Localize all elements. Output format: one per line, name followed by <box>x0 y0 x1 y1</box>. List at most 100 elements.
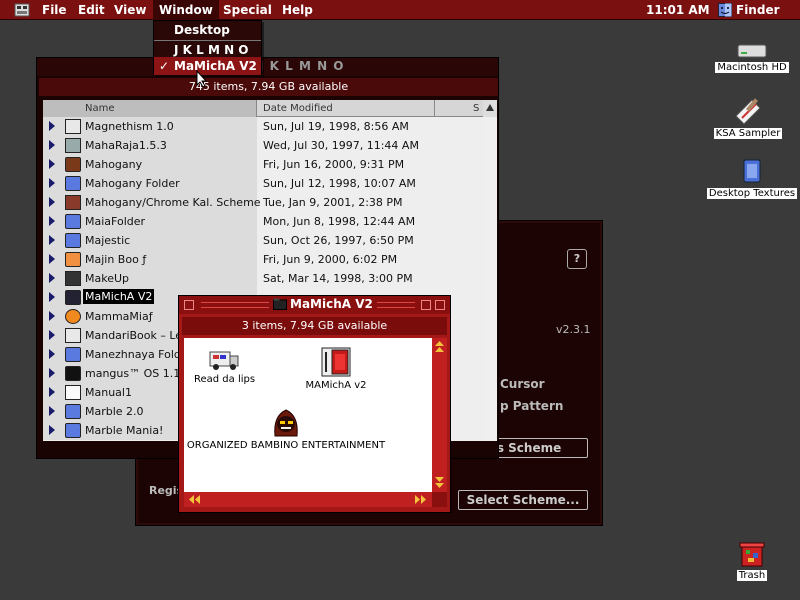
desktop-icon-trash[interactable]: Trash <box>702 538 800 581</box>
disclosure-triangle-icon[interactable] <box>49 387 55 397</box>
scroll-right-arrows-icon[interactable] <box>412 494 427 505</box>
disclosure-triangle-icon[interactable] <box>49 330 55 340</box>
column-header-date[interactable]: Date Modified <box>257 100 435 117</box>
disclosure-triangle-icon[interactable] <box>49 368 55 378</box>
disclosure-triangle-icon[interactable] <box>49 197 55 207</box>
scroll-up-arrow-icon[interactable] <box>483 100 497 117</box>
window-menu-item-label: MaMichA V2 <box>174 59 257 73</box>
close-box-icon[interactable] <box>184 300 194 310</box>
file-name: Mahogany Folder <box>85 177 180 190</box>
disclosure-triangle-icon[interactable] <box>49 178 55 188</box>
brush-icon <box>65 271 81 286</box>
option-pattern[interactable]: p Pattern <box>500 399 563 413</box>
disclosure-triangle-icon[interactable] <box>49 273 55 283</box>
disclosure-triangle-icon[interactable] <box>49 121 55 131</box>
date-modified: Sun, Jul 12, 1998, 10:07 AM <box>263 177 416 190</box>
file-item-label: MAMichA v2 <box>305 380 367 391</box>
file-list-row[interactable]: Mahogany/Chrome Kal. Scheme Tue, Jan 9, 2… <box>43 193 483 212</box>
file-list-row[interactable]: Majestic Sun, Oct 26, 1997, 6:50 PM <box>43 231 483 250</box>
window-titlebar[interactable]: MaMichA V2 <box>179 296 450 314</box>
file-list-row[interactable]: Mahogany Folder Sun, Jul 12, 1998, 10:07 … <box>43 174 483 193</box>
windowshade-box-icon[interactable] <box>435 300 445 310</box>
folder-blue-icon <box>65 347 81 362</box>
disclosure-triangle-icon[interactable] <box>49 425 55 435</box>
folder-orange-icon <box>65 252 81 267</box>
disclosure-triangle-icon[interactable] <box>49 140 55 150</box>
grow-box-icon[interactable] <box>432 492 447 507</box>
disclosure-triangle-icon[interactable] <box>49 349 55 359</box>
folder-blue-icon <box>65 423 81 438</box>
vertical-scrollbar[interactable] <box>483 100 497 441</box>
file-list-row[interactable]: Mahogany Fri, Jun 16, 2000, 9:31 PM <box>43 155 483 174</box>
folder-black-icon <box>65 366 81 381</box>
scroll-track[interactable] <box>483 117 497 441</box>
file-item-mamicha-v2[interactable]: MAMichA v2 <box>296 346 376 391</box>
disclosure-triangle-icon[interactable] <box>49 254 55 264</box>
disclosure-triangle-icon[interactable] <box>49 216 55 226</box>
file-name: Marble Mania! <box>85 424 164 437</box>
apple-menu-icon[interactable] <box>14 3 30 17</box>
help-button[interactable]: ? <box>567 249 587 269</box>
vertical-scrollbar[interactable] <box>432 338 447 492</box>
scheme-icon <box>65 195 81 210</box>
disclosure-triangle-icon[interactable] <box>49 292 55 302</box>
menu-view[interactable]: View <box>108 0 152 20</box>
folder-blue-icon <box>65 176 81 191</box>
date-modified: Sun, Jul 19, 1998, 8:56 AM <box>263 120 409 133</box>
window-menu-item-desktop[interactable]: Desktop <box>154 21 261 39</box>
file-item-read-da-lips[interactable]: Read da lips <box>194 346 256 385</box>
paint-app-icon <box>735 98 761 125</box>
folder-blue-icon <box>65 404 81 419</box>
column-header-name[interactable]: Name <box>43 100 257 117</box>
application-name: Finder <box>736 3 780 17</box>
scroll-up-arrows-icon[interactable] <box>434 340 445 355</box>
name-cell: Mahogany Folder <box>43 174 257 193</box>
desktop-icon-macintosh-hd[interactable]: Macintosh HD <box>702 42 800 73</box>
menu-window[interactable]: Window <box>153 0 219 20</box>
hooded-figure-icon <box>274 409 298 437</box>
window-titlebar[interactable]: J K L M N O <box>37 58 498 76</box>
file-name: MaMichA V2 <box>83 289 155 304</box>
scroll-left-arrows-icon[interactable] <box>188 494 203 505</box>
select-scheme-button[interactable]: Select Scheme... <box>458 490 588 510</box>
window-menu-dropdown: Desktop J K L M N O ✓ MaMichA V2 <box>153 20 262 75</box>
window-title: MaMichA V2 <box>290 297 373 311</box>
application-menu[interactable]: Finder <box>718 0 780 20</box>
file-list-row[interactable]: MahaRaja1.5.3 Wed, Jul 30, 1997, 11:44 AM <box>43 136 483 155</box>
disclosure-triangle-icon[interactable] <box>49 406 55 416</box>
doc-plain-icon <box>65 385 81 400</box>
menu-help[interactable]: Help <box>276 0 319 20</box>
column-header-size[interactable]: S <box>435 100 483 117</box>
app-icon <box>65 138 81 153</box>
desktop-icon-ksa-sampler[interactable]: KSA Sampler <box>698 96 798 139</box>
zoom-box-icon[interactable] <box>421 300 431 310</box>
menu-file[interactable]: File <box>36 0 73 20</box>
menubar-clock[interactable]: 11:01 AM <box>646 0 710 20</box>
disclosure-triangle-icon[interactable] <box>49 159 55 169</box>
file-list-row[interactable]: Magnethism 1.0 Sun, Jul 19, 1998, 8:56 AM <box>43 117 483 136</box>
disclosure-triangle-icon[interactable] <box>49 311 55 321</box>
name-cell: Magnethism 1.0 <box>43 117 257 136</box>
disclosure-triangle-icon[interactable] <box>49 235 55 245</box>
hard-drive-icon <box>737 44 767 58</box>
file-list-row[interactable]: Majin Boo ƒ Fri, Jun 9, 2000, 6:02 PM <box>43 250 483 269</box>
file-list-row[interactable]: MakeUp Sat, Mar 14, 1998, 3:00 PM <box>43 269 483 288</box>
scroll-down-arrows-icon[interactable] <box>434 474 445 489</box>
menu-special[interactable]: Special <box>217 0 278 20</box>
date-modified: Tue, Jan 9, 2001, 2:38 PM <box>263 196 403 209</box>
file-name: MahaRaja1.5.3 <box>85 139 167 152</box>
file-item-organized-bambino[interactable]: ORGANIZED BAMBINO ENTERTAINMENT <box>186 406 386 451</box>
doc-icon <box>65 328 81 343</box>
file-name: Marble 2.0 <box>85 405 144 418</box>
file-list-row[interactable]: MaiaFolder Mon, Jun 8, 1998, 12:44 AM <box>43 212 483 231</box>
list-header: Name Date Modified S <box>43 100 483 117</box>
window-title: J K L M N O <box>259 59 345 73</box>
date-modified: Wed, Jul 30, 1997, 11:44 AM <box>263 139 419 152</box>
option-cursor[interactable]: Cursor <box>500 377 545 391</box>
desktop-icon-desktop-textures[interactable]: Desktop Textures <box>702 158 800 199</box>
menu-edit[interactable]: Edit <box>72 0 111 20</box>
horizontal-scrollbar[interactable] <box>184 492 432 507</box>
file-name: Mahogany <box>85 158 143 171</box>
file-name: Manual1 <box>85 386 132 399</box>
file-item-label: Read da lips <box>194 374 256 385</box>
